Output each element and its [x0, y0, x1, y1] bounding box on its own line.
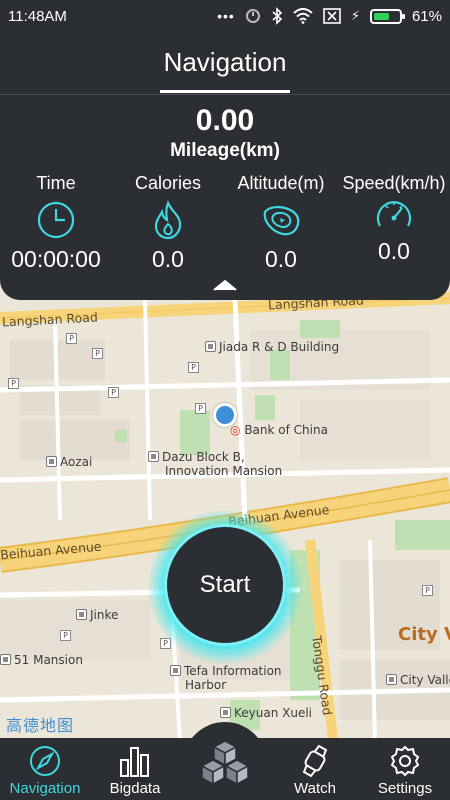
stat-calories-value: 0.0: [152, 246, 184, 272]
stats-panel: Navigation 0.00 Mileage(km) Time 00:00:0…: [0, 32, 450, 300]
bar-chart-icon: [120, 747, 149, 777]
parking-icon: P: [422, 585, 433, 596]
parking-icon: P: [188, 362, 199, 373]
battery-icon: [369, 8, 405, 24]
nav-item-watch[interactable]: Watch: [270, 738, 360, 800]
parking-icon: P: [108, 387, 119, 398]
nav-label-bigdata: Bigdata: [109, 780, 161, 797]
map-label-jiada: Jiada R & D Building: [205, 340, 339, 354]
stat-speed: Speed(km/h) 0.0: [338, 173, 450, 265]
status-bar: 11:48AM ••• ⚡ 61%: [0, 0, 450, 32]
gear-icon: [390, 745, 420, 777]
battery-percent: 61%: [411, 7, 442, 25]
page-title[interactable]: Navigation: [0, 47, 450, 78]
map-label-aozai: Aozai: [46, 455, 92, 469]
stat-altitude-label: Altitude(m): [237, 173, 325, 193]
watch-icon: [302, 744, 328, 778]
nav-item-navigation[interactable]: Navigation: [0, 738, 90, 800]
map-label-dazu: Dazu Block B, Innovation Mansion: [148, 450, 282, 478]
start-button[interactable]: Start: [164, 524, 286, 646]
cube-logo-icon: [200, 740, 250, 786]
nav-label-settings: Settings: [377, 780, 433, 797]
stat-speed-label: Speed(km/h): [342, 173, 446, 193]
parking-icon: P: [66, 333, 77, 344]
map-label-tefa: Tefa Information Harbor: [170, 664, 282, 692]
map-label-bank: ◎ Bank of China: [230, 423, 328, 437]
stat-calories: Calories 0.0: [112, 173, 224, 273]
speedometer-icon: [376, 201, 412, 227]
more-dots-icon: •••: [217, 8, 235, 24]
stat-time-value: 00:00:00: [11, 246, 101, 272]
flame-icon: [154, 200, 182, 240]
stat-time-label: Time: [36, 173, 76, 193]
no-sim-icon: [323, 8, 341, 24]
stat-time: Time 00:00:00: [0, 173, 112, 273]
current-location-marker: [213, 403, 237, 427]
parking-icon: P: [60, 630, 71, 641]
header-divider: [0, 94, 450, 95]
parking-icon: P: [195, 403, 206, 414]
clock-icon: [37, 201, 75, 239]
altitude-icon: [263, 206, 300, 236]
collapse-chevron-up-icon[interactable]: [212, 278, 238, 292]
map-label-city-v: City V: [398, 624, 450, 645]
stat-speed-value: 0.0: [378, 238, 410, 264]
map-label-city-valley: City Valle: [386, 673, 450, 687]
parking-icon: P: [92, 348, 103, 359]
stat-altitude: Altitude(m) 0.0: [225, 173, 337, 273]
mileage-value: 0.00: [195, 104, 255, 137]
parking-icon: P: [8, 378, 19, 389]
amap-logo: 高德地图: [6, 716, 75, 735]
nav-item-bigdata[interactable]: Bigdata: [90, 738, 180, 800]
status-time: 11:48AM: [8, 7, 67, 25]
map-label-51-mansion: 51 Mansion: [0, 653, 83, 667]
map-label-keyuan: Keyuan Xueli: [220, 706, 312, 720]
center-home-button[interactable]: [183, 722, 267, 800]
mileage-label: Mileage(km): [170, 140, 280, 161]
map-label-jinke: Jinke: [76, 608, 118, 622]
nav-item-settings[interactable]: Settings: [360, 738, 450, 800]
compass-icon: [30, 746, 60, 776]
stat-calories-label: Calories: [134, 173, 202, 193]
sync-icon: [245, 9, 260, 23]
title-tab-indicator: [160, 90, 290, 93]
bluetooth-icon: [272, 7, 282, 25]
charging-icon: ⚡: [350, 8, 360, 23]
stat-altitude-value: 0.0: [265, 246, 297, 272]
nav-label-watch: Watch: [294, 780, 336, 797]
nav-label-navigation: Navigation: [9, 780, 81, 797]
wifi-icon: [293, 8, 313, 24]
